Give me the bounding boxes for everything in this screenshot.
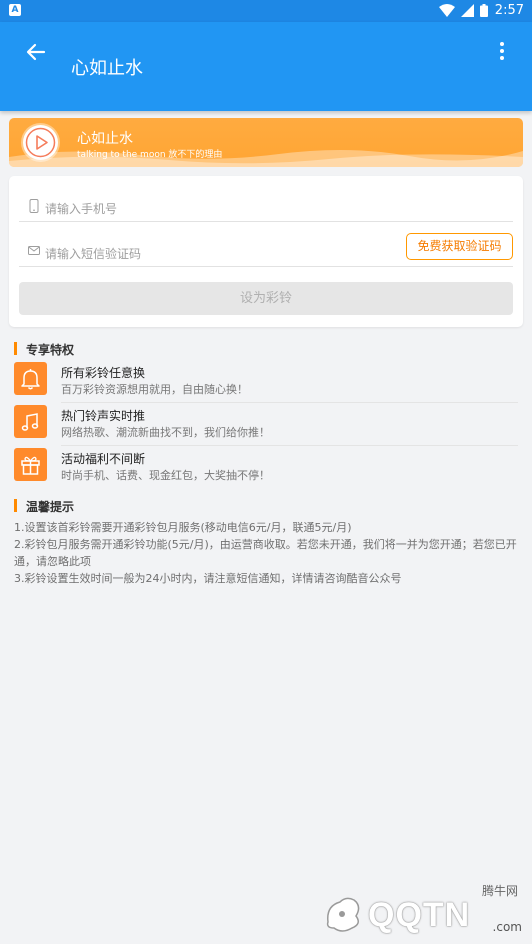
watermark-cn: 腾牛网: [481, 884, 518, 898]
code-input[interactable]: 请输入短信验证码: [45, 245, 141, 262]
battery-icon: [480, 4, 488, 17]
tips-list: 1.设置该首彩铃需要开通彩铃包月服务(移动电信6元/月，联通5元/月) 2.彩铃…: [14, 519, 522, 587]
privilege-item: 热门铃声实时推 网络热歌、潮流新曲找不到，我们给你推！: [14, 403, 518, 446]
privilege-title: 热门铃声实时推: [61, 409, 146, 423]
phone-input[interactable]: 请输入手机号: [45, 200, 117, 217]
wifi-icon: [439, 4, 455, 17]
privileges-title: 专享特权: [14, 341, 74, 358]
privilege-title: 活动福利不间断: [61, 452, 146, 466]
app-bar: 心如止水: [0, 22, 532, 111]
privilege-item: 活动福利不间断 时尚手机、话费、现金红包，大奖抽不停！: [14, 446, 518, 489]
status-icons: [439, 4, 488, 17]
banner-song-subtitle: talking to the moon 放不下的理由: [77, 150, 223, 160]
tip-line: 2.彩铃包月服务需开通彩铃功能(5元/月)，由运营商收取。若您未开通，我们将一并…: [14, 538, 517, 568]
watermark-logo-icon: [326, 897, 360, 932]
get-code-button[interactable]: 免费获取验证码: [406, 233, 513, 260]
app-notification-icon: A: [9, 4, 21, 16]
play-icon: [25, 127, 56, 158]
phone-icon: [29, 199, 39, 213]
tip-line: 1.设置该首彩铃需要开通彩铃包月服务(移动电信6元/月，联通5元/月): [14, 521, 352, 534]
play-button[interactable]: [23, 125, 58, 160]
privilege-desc: 时尚手机、话费、现金红包，大奖抽不停！: [61, 469, 270, 482]
watermark-domain: .com: [492, 920, 522, 934]
signal-icon: [461, 4, 474, 17]
bell-icon: [14, 362, 47, 395]
status-bar: A 2:57: [0, 0, 532, 22]
privilege-desc: 网络热歌、潮流新曲找不到，我们给你推！: [61, 426, 270, 439]
clock: 2:57: [494, 3, 524, 18]
phone-field[interactable]: 请输入手机号: [19, 178, 513, 222]
tips-title: 温馨提示: [14, 498, 74, 515]
gift-icon: [14, 448, 47, 481]
privilege-title: 所有彩铃任意换: [61, 366, 146, 380]
message-icon: [28, 246, 40, 255]
watermark: 腾牛网 QQTN .com: [316, 882, 526, 938]
set-ringtone-button[interactable]: 设为彩铃: [19, 282, 513, 315]
more-menu-icon[interactable]: [498, 42, 506, 62]
ringtone-form-card: 请输入手机号 请输入短信验证码 免费获取验证码 设为彩铃: [9, 176, 523, 327]
banner-song-title: 心如止水: [77, 131, 133, 147]
song-banner: 心如止水 talking to the moon 放不下的理由: [9, 118, 523, 167]
back-arrow-icon[interactable]: [22, 38, 50, 66]
page-title: 心如止水: [71, 58, 143, 79]
privilege-desc: 百万彩铃资源想用就用，自由随心换！: [61, 383, 248, 396]
privilege-item: 所有彩铃任意换 百万彩铃资源想用就用，自由随心换！: [14, 360, 518, 403]
music-note-icon: [14, 405, 47, 438]
watermark-text: QQTN: [368, 896, 471, 934]
tip-line: 3.彩铃设置生效时间一般为24小时内，请注意短信通知，详情请咨询酷音公众号: [14, 572, 402, 585]
